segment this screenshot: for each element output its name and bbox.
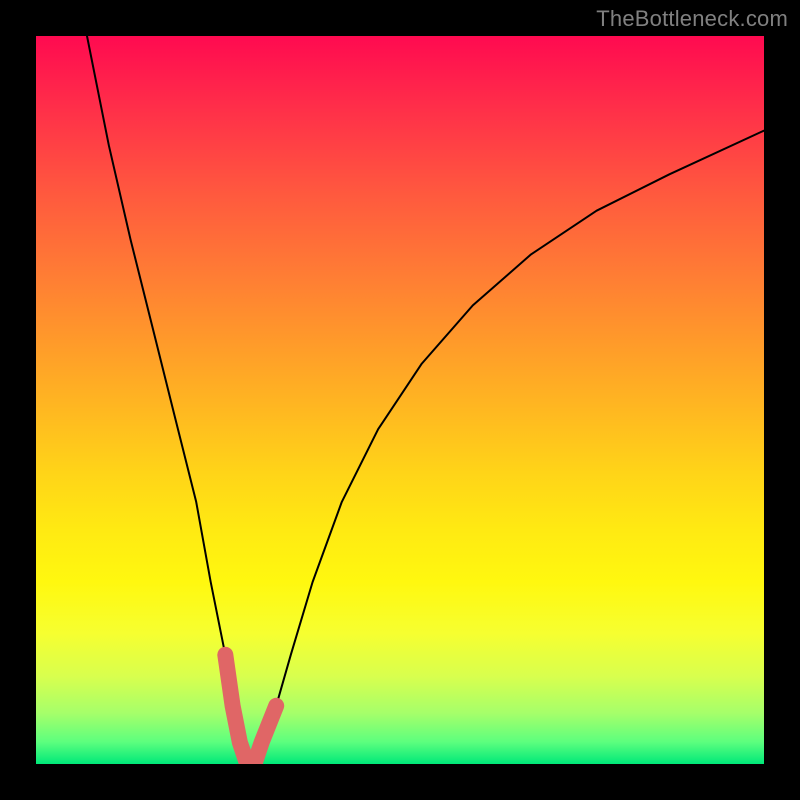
watermark-text: TheBottleneck.com: [596, 6, 788, 32]
bottom-accent-path: [225, 655, 276, 764]
curve-svg: [36, 36, 764, 764]
chart-frame: TheBottleneck.com: [0, 0, 800, 800]
plot-area: [36, 36, 764, 764]
curve-path: [87, 36, 764, 764]
